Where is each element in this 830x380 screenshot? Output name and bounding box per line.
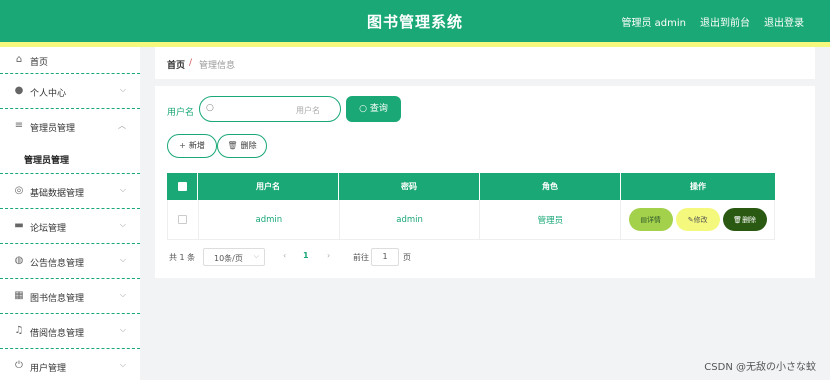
- batch-delete-button[interactable]: 🗑 删除: [217, 134, 267, 158]
- sidebar-item-personal-center[interactable]: ● 个人中心 ⌵: [0, 74, 140, 109]
- prev-page-button[interactable]: ‹: [283, 251, 286, 260]
- current-user-label: 管理员 admin: [621, 18, 686, 29]
- exit-to-front-link[interactable]: 退出到前台: [700, 14, 750, 29]
- username-filter-label: 用户名: [167, 108, 195, 118]
- row-delete-button[interactable]: 🗑 删除: [722, 208, 767, 231]
- column-header-password: 密码: [339, 173, 480, 200]
- column-header-actions: 操作: [690, 182, 706, 191]
- sidebar-item-label: 个人中心: [30, 89, 67, 99]
- chevron-down-icon: ⌵: [119, 85, 126, 94]
- breadcrumb-current: 管理信息: [199, 61, 236, 71]
- grid-icon: ▦: [14, 290, 24, 301]
- sidebar-item-label: 借阅信息管理: [30, 329, 85, 339]
- sidebar-item-label: 图书信息管理: [30, 294, 85, 304]
- globe-icon: ◍: [14, 255, 24, 266]
- sidebar-item-borrow[interactable]: ♫ 借阅信息管理 ⌵: [0, 314, 140, 349]
- page-size-value: 10条/页: [214, 254, 243, 263]
- search-input[interactable]: ○ 用户名: [199, 96, 341, 122]
- query-button-label: 查询: [369, 104, 388, 114]
- document-icon: ▤: [640, 215, 647, 224]
- cell-role: 管理员: [480, 200, 622, 239]
- search-placeholder: 用户名: [296, 106, 320, 115]
- sidebar-item-label: 用户管理: [30, 364, 67, 374]
- goto-label: 前往: [353, 253, 369, 262]
- goto-page-input[interactable]: 1: [371, 248, 399, 266]
- pagination: 共 1 条 10条/页 ⌵ ‹ 1 › 前往 1 页: [167, 248, 787, 266]
- chevron-down-icon: ⌵: [119, 290, 126, 299]
- sidebar-subitem-admin-management[interactable]: 管理员管理: [0, 144, 140, 174]
- total-count: 共 1 条: [169, 253, 196, 262]
- detail-button-label: 详情: [646, 215, 661, 224]
- chevron-down-icon: ⌵: [119, 360, 126, 369]
- monitor-icon: ▬: [14, 220, 24, 231]
- edit-button[interactable]: ✎ 修改: [675, 208, 720, 231]
- detail-button[interactable]: ▤ 详情: [628, 208, 673, 231]
- sidebar-item-admin-management[interactable]: ≡ 管理员管理 ︿: [0, 109, 140, 144]
- column-header-role: 角色: [480, 173, 621, 200]
- search-icon: ○: [206, 103, 214, 113]
- sidebar-item-forum[interactable]: ▬ 论坛管理 ⌵: [0, 209, 140, 244]
- sidebar-item-books[interactable]: ▦ 图书信息管理 ⌵: [0, 279, 140, 314]
- breadcrumb: 首页 / 管理信息: [155, 47, 815, 79]
- sidebar-item-basic-data[interactable]: ◎ 基础数据管理 ⌵: [0, 174, 140, 209]
- sidebar-item-label: 公告信息管理: [30, 259, 85, 269]
- breadcrumb-separator: /: [189, 58, 193, 68]
- page-size-select[interactable]: 10条/页 ⌵: [203, 248, 265, 266]
- bell-icon: ♫: [14, 325, 24, 336]
- page-suffix: 页: [403, 253, 411, 262]
- query-button[interactable]: ○ 查询: [346, 96, 401, 122]
- sidebar-item-label: 首页: [30, 58, 49, 68]
- sidebar-item-label: 管理员管理: [30, 124, 76, 134]
- top-links: 管理员 admin 退出到前台 退出登录: [621, 14, 804, 29]
- chevron-down-icon: ⌵: [119, 325, 126, 334]
- select-all-checkbox[interactable]: [177, 182, 187, 191]
- row-checkbox[interactable]: [178, 215, 188, 224]
- page-number[interactable]: 1: [303, 251, 309, 260]
- plus-icon: +: [179, 141, 186, 150]
- edit-button-label: 修改: [693, 215, 708, 224]
- home-icon: ⌂: [15, 54, 23, 65]
- chevron-down-icon: ⌵: [119, 255, 126, 264]
- admin-table: 用户名 密码 角色 操作 admin admin 管理员 ▤ 详情 ✎ 修改 �: [167, 173, 775, 240]
- column-header-username: 用户名: [198, 173, 339, 200]
- sidebar-item-users[interactable]: ⏻ 用户管理 ⌵: [0, 349, 140, 380]
- chevron-down-icon: ⌵: [253, 252, 259, 260]
- row-select-cell[interactable]: [168, 200, 199, 239]
- sidebar-item-label: 论坛管理: [30, 224, 67, 234]
- watermark: CSDN @无敌の小さな蚊: [704, 362, 816, 373]
- table-header: 用户名 密码 角色 操作: [167, 173, 775, 200]
- table-row: admin admin 管理员 ▤ 详情 ✎ 修改 🗑 删除: [167, 200, 775, 240]
- row-actions: ▤ 详情 ✎ 修改 🗑 删除: [628, 208, 767, 231]
- cell-actions: ▤ 详情 ✎ 修改 🗑 删除: [621, 200, 775, 239]
- main-panel: 用户名 ○ 用户名 ○ 查询 + 新增 🗑 删除 用户名 密码 角色 操作 admi…: [155, 86, 815, 278]
- delete-button-label: 删除: [240, 141, 257, 150]
- sidebar-item-label: 基础数据管理: [30, 189, 85, 199]
- chevron-up-icon: ︿: [118, 121, 126, 130]
- cell-username: admin: [199, 200, 340, 239]
- sidebar: ⌂ 首页 ● 个人中心 ⌵ ≡ 管理员管理 ︿ 管理员管理 ◎ 基础数据管理 ⌵…: [0, 47, 140, 380]
- sidebar-item-notice[interactable]: ◍ 公告信息管理 ⌵: [0, 244, 140, 279]
- chevron-down-icon: ⌵: [119, 185, 126, 194]
- trash-icon: 🗑: [733, 215, 743, 224]
- compass-icon: ◎: [14, 185, 24, 196]
- add-button[interactable]: + 新增: [167, 134, 217, 158]
- sidebar-subitem-label: 管理员管理: [24, 156, 70, 166]
- list-icon: ≡: [14, 120, 24, 131]
- user-icon: ●: [14, 85, 24, 96]
- row-delete-button-label: 删除: [742, 215, 757, 224]
- add-button-label: 新增: [188, 141, 205, 150]
- select-all-cell[interactable]: [167, 173, 198, 200]
- next-page-button[interactable]: ›: [327, 251, 330, 260]
- breadcrumb-home[interactable]: 首页: [167, 58, 185, 71]
- top-bar: 图书管理系统 管理员 admin 退出到前台 退出登录: [0, 0, 830, 42]
- search-icon: ○: [359, 104, 370, 114]
- logout-link[interactable]: 退出登录: [764, 14, 804, 29]
- chevron-down-icon: ⌵: [119, 220, 126, 229]
- sidebar-item-home[interactable]: ⌂ 首页: [0, 47, 140, 74]
- cell-password: admin: [340, 200, 481, 239]
- trash-icon: 🗑: [227, 141, 238, 150]
- power-icon: ⏻: [15, 360, 23, 371]
